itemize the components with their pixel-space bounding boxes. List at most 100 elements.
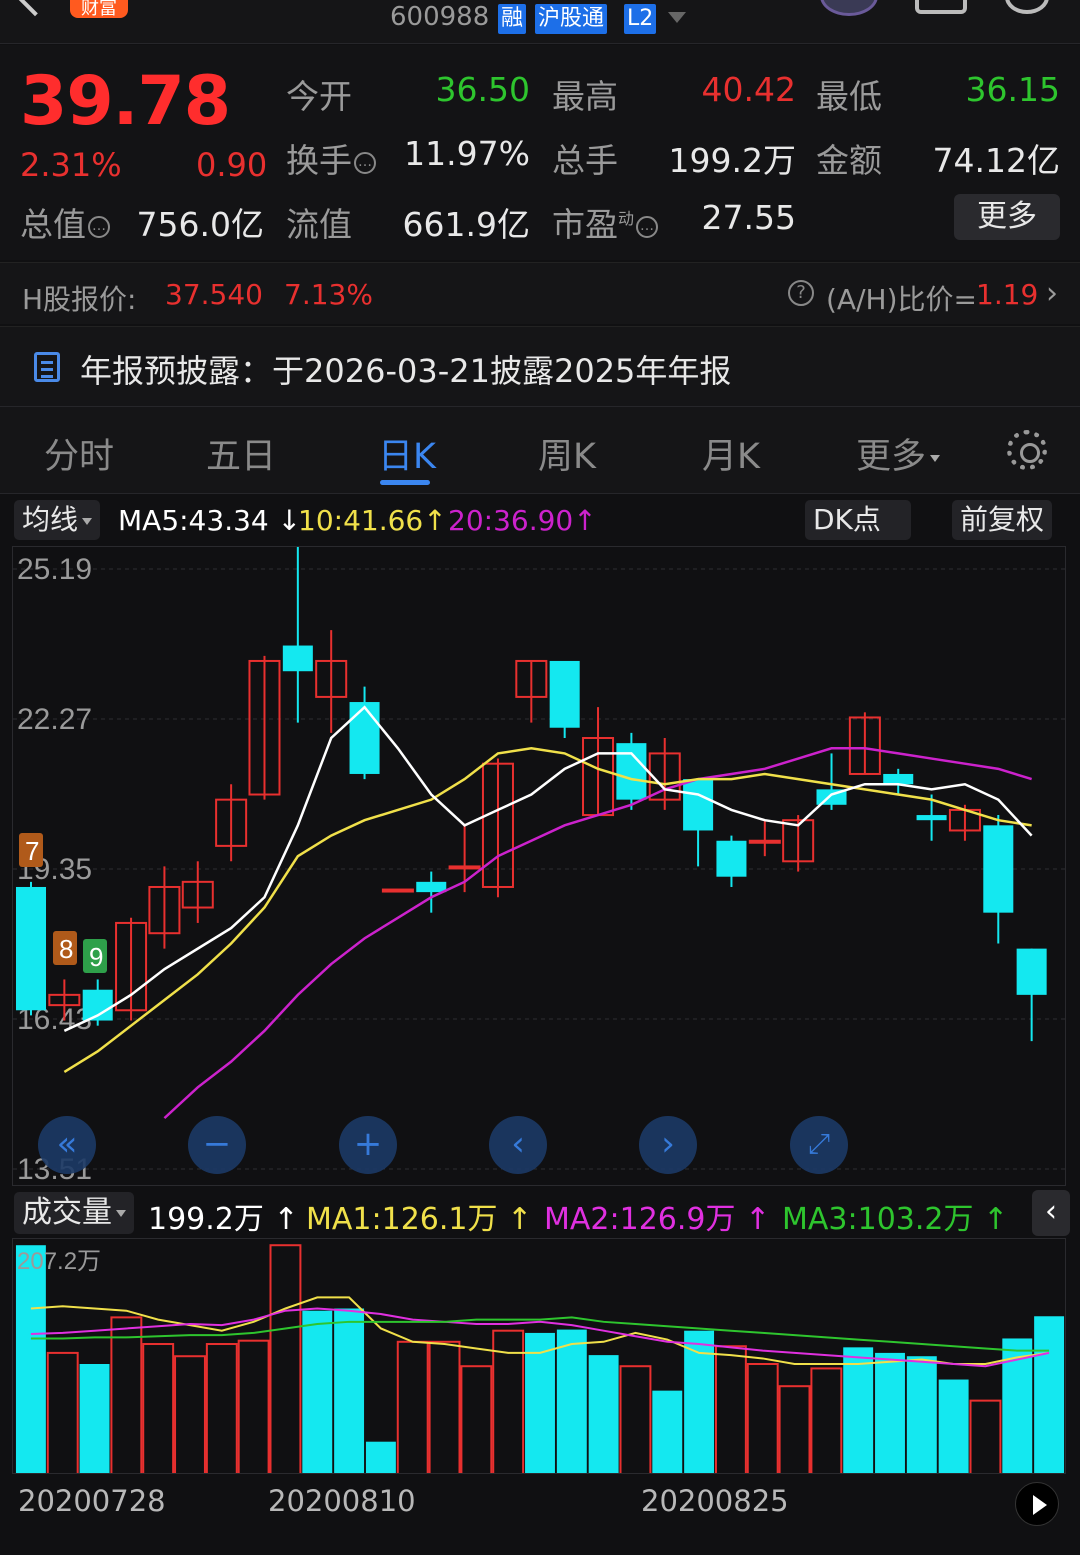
volume-selector[interactable]: 成交量 — [14, 1192, 134, 1234]
h-share-label: H股报价: — [22, 283, 137, 316]
info-icon[interactable]: … — [88, 215, 110, 238]
candle-body — [883, 773, 914, 785]
ah-ratio-label: (A/H)比价= — [826, 283, 977, 316]
caret-down-icon — [82, 517, 93, 525]
ma-selector-label: 均线 — [22, 503, 79, 536]
change-percent: 2.31% — [20, 146, 122, 184]
document-icon — [34, 352, 60, 382]
candlestick-chart[interactable]: 25.1922.2719.3516.4313.51789 — [12, 546, 1066, 1186]
info-icon[interactable]: … — [636, 215, 659, 238]
volume-selector-label: 成交量 — [22, 1195, 112, 1230]
fast-back-icon[interactable]: « — [38, 1116, 96, 1174]
volume-bar — [79, 1363, 110, 1473]
ma20-text: 20:36.90 — [448, 504, 574, 537]
volume-bar — [460, 1365, 493, 1473]
amount-label: 金额 — [816, 141, 882, 180]
mktcap-label-text: 总值 — [20, 205, 86, 244]
vol-ma1: MA1:126.1万 ↑ — [306, 1202, 533, 1237]
high-value: 40.42 — [701, 70, 796, 109]
candle-body — [1016, 948, 1047, 995]
volume-bar — [906, 1356, 937, 1473]
volume-bar — [714, 1345, 747, 1473]
volume-bar — [269, 1244, 302, 1473]
candle-body — [448, 865, 481, 870]
volume-current-text: 199.2万 — [148, 1202, 264, 1237]
app-logo-badge[interactable]: 财富 — [70, 0, 128, 19]
volume-bar — [938, 1379, 969, 1473]
volume-bar — [302, 1310, 333, 1473]
zoom-out-icon[interactable]: − — [188, 1116, 246, 1174]
candle-body — [983, 825, 1014, 913]
chevron-left-icon[interactable]: ‹ — [489, 1116, 547, 1174]
volume-bar — [810, 1367, 843, 1473]
info-icon[interactable]: … — [354, 151, 376, 174]
volume-bar — [205, 1343, 238, 1473]
turnover-label: 换手… — [286, 134, 376, 182]
date-label: 20200728 — [18, 1484, 166, 1518]
notice-text: 年报预披露：于2026-03-21披露2025年年报 — [80, 352, 732, 390]
volume-bar — [1034, 1316, 1065, 1473]
adjust-button[interactable]: 前复权 — [952, 500, 1053, 540]
volume-max-label: 207.2万 — [17, 1248, 101, 1275]
tab-more[interactable]: 更多 — [856, 428, 941, 479]
tab-daily-k[interactable]: 日K — [378, 428, 436, 479]
tab-monthly-k[interactable]: 月K — [702, 428, 760, 479]
volume-bar — [428, 1340, 461, 1473]
tab-more-label: 更多 — [856, 437, 927, 477]
help-icon[interactable]: ? — [788, 280, 814, 306]
gear-icon[interactable] — [1007, 430, 1047, 470]
ma-selector[interactable]: 均线 — [14, 500, 101, 540]
window-icon[interactable] — [915, 0, 967, 14]
pe-value: 27.55 — [701, 198, 796, 237]
volume-value: 199.2万 — [668, 141, 796, 180]
mktcap-label: 总值… — [20, 198, 110, 246]
collapse-icon[interactable]: ‹ — [1032, 1190, 1070, 1236]
chevron-right-icon[interactable]: › — [1046, 276, 1058, 311]
open-value: 36.50 — [435, 70, 530, 109]
open-label: 今开 — [286, 77, 352, 116]
l2-tag: L2 — [624, 4, 657, 34]
chevron-right-icon[interactable]: › — [639, 1116, 697, 1174]
volume-bar — [334, 1308, 365, 1473]
float-value: 661.9亿 — [402, 205, 530, 244]
vol-ma3: MA3:103.2万 ↑ — [782, 1202, 1009, 1237]
volume-bar — [875, 1352, 905, 1473]
candle-body — [748, 839, 781, 844]
chevron-down-icon[interactable] — [668, 12, 686, 23]
more-button[interactable]: 更多 — [954, 194, 1060, 240]
play-icon[interactable] — [1015, 1482, 1059, 1526]
ma10-value: 10:41.66↑ — [298, 504, 447, 537]
zoom-in-icon[interactable]: + — [339, 1116, 397, 1174]
tab-intraday[interactable]: 分时 — [44, 428, 114, 479]
stock-code[interactable]: 600988 — [390, 2, 489, 32]
tab-weekly-k[interactable]: 周K — [538, 428, 596, 479]
amount-value: 74.12亿 — [932, 141, 1060, 180]
volume-label: 总手 — [552, 141, 618, 180]
pe-label-text: 市盈 — [552, 205, 618, 244]
high-label: 最高 — [552, 77, 618, 116]
vol-ma1-text: MA1:126.1万 — [306, 1202, 498, 1237]
vol-ma3-text: MA3:103.2万 — [782, 1202, 974, 1237]
volume-bar — [525, 1332, 555, 1473]
low-value: 36.15 — [965, 70, 1060, 109]
margin-tag: 融 — [498, 4, 527, 34]
ah-ratio-value: 1.19 — [976, 278, 1039, 311]
pe-label: 市盈动… — [552, 198, 659, 246]
candle-body — [416, 881, 447, 893]
volume-bar — [46, 1351, 79, 1473]
expand-icon[interactable]: ⤢ — [790, 1116, 848, 1174]
caret-down-icon — [116, 1210, 126, 1217]
ma10-line — [63, 747, 1032, 1073]
volume-bar — [778, 1385, 811, 1473]
dk-point-button[interactable]: DK点 — [805, 500, 911, 540]
volume-bar — [396, 1340, 429, 1473]
volume-bar — [174, 1355, 206, 1473]
tab-five-day[interactable]: 五日 — [206, 428, 276, 479]
low-label: 最低 — [816, 77, 882, 116]
candle-body — [549, 660, 580, 728]
candle-body — [683, 779, 714, 831]
y-tick-label: 25.19 — [17, 553, 92, 586]
y-tick-label: 22.27 — [17, 703, 92, 736]
sequence-marker-label: 8 — [59, 934, 73, 964]
volume-chart[interactable]: 207.2万 — [12, 1238, 1066, 1474]
